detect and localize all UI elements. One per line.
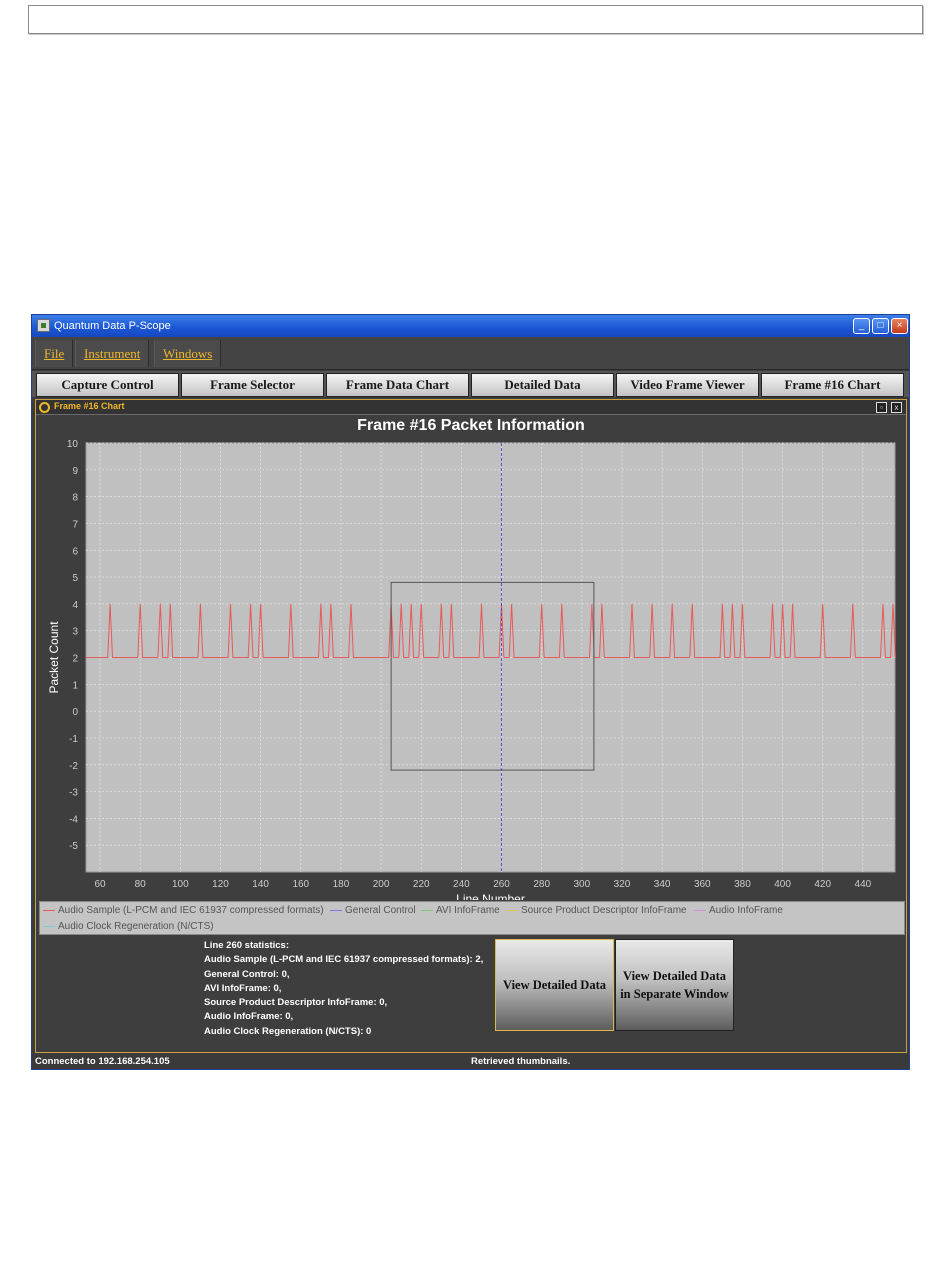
x-tick-label: 320 — [614, 879, 631, 890]
legend-swatch — [43, 925, 55, 927]
stats-line: Audio Clock Regeneration (N/CTS): 0 — [204, 1025, 372, 1037]
chart-legend: Audio Sample (L-PCM and IEC 61937 compre… — [39, 901, 905, 935]
y-tick-label: 7 — [72, 519, 78, 530]
legend-label: Source Product Descriptor InfoFrame — [521, 905, 687, 916]
y-tick-label: -2 — [69, 761, 78, 772]
x-tick-label: 340 — [654, 879, 671, 890]
legend-label: General Control — [345, 905, 416, 916]
legend-label: AVI InfoFrame — [436, 905, 500, 916]
y-axis-label: Packet Count — [47, 621, 61, 694]
tab-frame-data-chart[interactable]: Frame Data Chart — [326, 373, 469, 397]
y-tick-label: -3 — [69, 788, 78, 799]
menu-bar: File Instrument Windows — [32, 337, 909, 370]
x-tick-label: 100 — [172, 879, 189, 890]
x-tick-label: 120 — [212, 879, 229, 890]
legend-label: Audio Sample (L-PCM and IEC 61937 compre… — [58, 905, 324, 916]
button-label-line: in Separate Window — [620, 987, 729, 1001]
menu-windows[interactable]: Windows — [154, 340, 222, 367]
y-tick-label: -1 — [69, 734, 78, 745]
button-label: View Detailed Data — [503, 978, 606, 992]
x-tick-label: 420 — [814, 879, 831, 890]
app-icon — [37, 319, 50, 332]
app-window: Quantum Data P-Scope _ □ × File Instrume… — [31, 314, 910, 1070]
tab-video-frame-viewer[interactable]: Video Frame Viewer — [616, 373, 759, 397]
stats-line: Audio Sample (L-PCM and IEC 61937 compre… — [204, 954, 484, 966]
x-tick-label: 180 — [333, 879, 350, 890]
window-title: Quantum Data P-Scope — [54, 320, 171, 332]
connection-status: Connected to 192.168.254.105 — [35, 1056, 170, 1067]
legend-swatch — [506, 909, 518, 911]
legend-item-audio-sample: Audio Sample (L-PCM and IEC 61937 compre… — [43, 905, 324, 916]
x-tick-label: 200 — [373, 879, 390, 890]
y-tick-label: 1 — [72, 680, 78, 691]
stats-line: General Control: 0, — [204, 968, 290, 980]
y-tick-label: 2 — [72, 654, 78, 665]
tab-capture-control[interactable]: Capture Control — [36, 373, 179, 397]
x-tick-label: 160 — [292, 879, 309, 890]
chart-internal-frame: Frame #16 Chart ▫ x Frame #16 Packet Inf… — [35, 399, 907, 1053]
button-label-line: View Detailed Data — [623, 969, 726, 983]
y-tick-label: 0 — [72, 707, 78, 718]
x-tick-label: 140 — [252, 879, 269, 890]
stats-line: AVI InfoFrame: 0, — [204, 982, 282, 994]
stats-line: Audio InfoFrame: 0, — [204, 1011, 294, 1023]
y-tick-label: 10 — [67, 439, 79, 450]
button-label: View Detailed Data in Separate Window — [620, 967, 729, 1003]
y-tick-label: 5 — [72, 573, 78, 584]
close-button[interactable]: × — [891, 318, 908, 334]
x-tick-label: 280 — [533, 879, 550, 890]
legend-swatch — [421, 909, 433, 911]
tab-detailed-data[interactable]: Detailed Data — [471, 373, 614, 397]
y-tick-label: -5 — [69, 841, 78, 852]
maximize-button[interactable]: □ — [872, 318, 889, 334]
legend-item-avi-infoframe: AVI InfoFrame — [421, 905, 500, 916]
packet-chart[interactable]: 60 80 100 120 140 160 180 200 220 240 260 280 300 320… — [36, 400, 908, 900]
stats-line: Source Product Descriptor InfoFrame: 0, — [204, 997, 388, 1009]
tab-bar: Capture Control Frame Selector Frame Dat… — [32, 371, 909, 397]
legend-item-source-product-descriptor: Source Product Descriptor InfoFrame — [506, 905, 687, 916]
x-tick-label: 260 — [493, 879, 510, 890]
line-statistics: Line 260 statistics: Audio Sample (L-PCM… — [204, 939, 483, 1039]
legend-swatch — [694, 909, 706, 911]
legend-swatch — [330, 909, 342, 911]
legend-item-audio-clock-regeneration: Audio Clock Regeneration (N/CTS) — [43, 921, 214, 932]
x-tick-label: 440 — [855, 879, 872, 890]
menu-file[interactable]: File — [35, 340, 74, 367]
y-tick-label: 4 — [72, 600, 78, 611]
tab-frame-16-chart[interactable]: Frame #16 Chart — [761, 373, 904, 397]
x-tick-label: 360 — [694, 879, 711, 890]
legend-item-general-control: General Control — [330, 905, 416, 916]
legend-swatch — [43, 909, 55, 911]
x-tick-label: 300 — [573, 879, 590, 890]
x-tick-label: 80 — [135, 879, 147, 890]
legend-item-audio-infoframe: Audio InfoFrame — [694, 905, 783, 916]
y-tick-label: 9 — [72, 466, 78, 477]
x-tick-label: 400 — [774, 879, 791, 890]
status-bar: Connected to 192.168.254.105 Retrieved t… — [32, 1054, 909, 1069]
stats-heading: Line 260 statistics: — [204, 940, 290, 951]
minimize-button[interactable]: _ — [853, 318, 870, 334]
x-axis-label: Line Number — [456, 892, 525, 900]
menu-instrument[interactable]: Instrument — [75, 340, 150, 367]
view-detailed-data-separate-window-button[interactable]: View Detailed Data in Separate Window — [615, 939, 734, 1031]
y-tick-label: -4 — [69, 814, 78, 825]
y-tick-label: 6 — [72, 546, 78, 557]
y-tick-label: 8 — [72, 493, 78, 504]
x-tick-label: 60 — [94, 879, 106, 890]
x-tick-label: 380 — [734, 879, 751, 890]
legend-label: Audio InfoFrame — [709, 905, 783, 916]
legend-label: Audio Clock Regeneration (N/CTS) — [58, 921, 214, 932]
x-tick-label: 240 — [453, 879, 470, 890]
x-tick-label: 220 — [413, 879, 430, 890]
y-tick-label: 3 — [72, 627, 78, 638]
document-header-box — [28, 5, 923, 34]
tab-frame-selector[interactable]: Frame Selector — [181, 373, 324, 397]
activity-status: Retrieved thumbnails. — [471, 1056, 571, 1067]
title-bar[interactable]: Quantum Data P-Scope _ □ × — [32, 315, 909, 337]
view-detailed-data-button[interactable]: View Detailed Data — [495, 939, 614, 1031]
